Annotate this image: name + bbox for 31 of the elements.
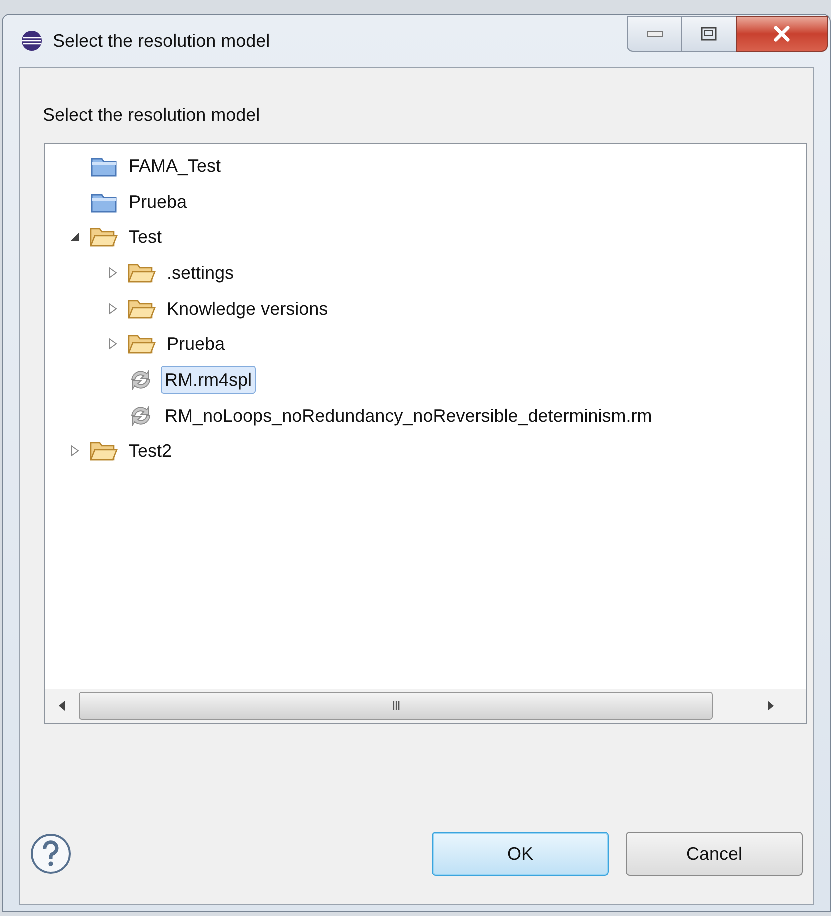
tree-item[interactable]: RM.rm4spl <box>161 366 256 394</box>
expand-icon[interactable] <box>108 302 118 315</box>
scroll-right-icon[interactable] <box>767 700 775 712</box>
minimize-icon <box>646 31 662 37</box>
tree-item[interactable]: FAMA_Test <box>125 152 226 180</box>
expand-icon[interactable] <box>108 266 118 279</box>
scroll-left-icon[interactable] <box>58 700 66 712</box>
scrollbar-thumb[interactable]: III <box>79 692 713 720</box>
dialog-message: Select the resolution model <box>43 104 262 127</box>
window-title: Select the resolution model <box>53 30 270 52</box>
minimize-button[interactable] <box>627 16 682 52</box>
tree-item[interactable]: .settings <box>163 258 238 287</box>
scrollbar-grip: III <box>392 697 400 716</box>
expand-icon[interactable] <box>108 338 118 350</box>
tree-item[interactable]: Prueba <box>163 330 230 358</box>
cancel-button[interactable]: Cancel <box>626 832 803 876</box>
horizontal-scrollbar[interactable]: III <box>45 689 806 723</box>
close-button[interactable] <box>736 16 828 52</box>
help-icon[interactable] <box>30 833 72 875</box>
close-icon <box>773 26 791 42</box>
tree-item[interactable]: Test <box>125 223 166 252</box>
collapse-icon[interactable] <box>70 232 80 242</box>
tree-item[interactable]: Test2 <box>125 437 176 466</box>
ok-button[interactable]: OK <box>432 832 609 876</box>
tree-item[interactable]: Prueba <box>125 188 192 216</box>
maximize-button[interactable] <box>682 16 736 52</box>
restore-icon <box>701 27 717 41</box>
eclipse-logo-icon <box>21 30 43 52</box>
expand-icon[interactable] <box>70 445 80 458</box>
tree-item[interactable]: RM_noLoops_noRedundancy_noReversible_determinism.rm <box>161 402 656 430</box>
tree-item[interactable]: Knowledge versions <box>163 294 332 323</box>
